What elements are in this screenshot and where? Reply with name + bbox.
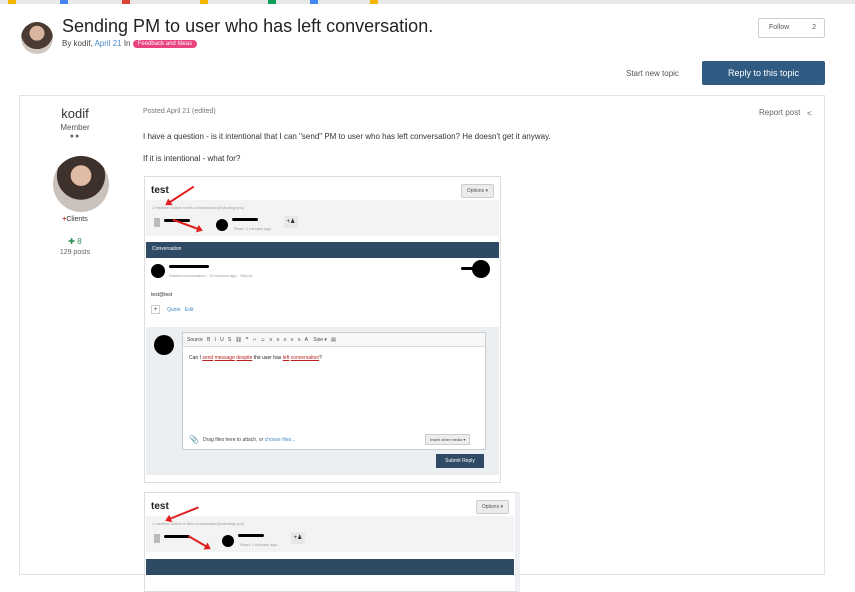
follow-button[interactable]: Follow 2 bbox=[758, 18, 825, 38]
editor-text-despite: despite bbox=[236, 355, 253, 361]
editor-text-b: the user has bbox=[252, 355, 283, 361]
reputation-badge: ✚ 8 bbox=[20, 237, 130, 246]
reply-avatar bbox=[154, 335, 174, 355]
participant-avatar bbox=[216, 219, 228, 231]
redaction-mark bbox=[164, 535, 190, 538]
redaction-mark bbox=[169, 265, 209, 268]
shot-edit: Edit bbox=[184, 307, 194, 313]
editor-text-message: message bbox=[214, 355, 235, 361]
author-avatar[interactable] bbox=[21, 22, 53, 54]
embedded-screenshot-1: test Options ▾ 1 member active in this c… bbox=[144, 176, 501, 483]
add-user-icon: +♟ bbox=[284, 216, 298, 228]
redaction-mark bbox=[461, 267, 475, 270]
editor-text-send: send bbox=[202, 355, 214, 361]
byline-date[interactable]: April 21 bbox=[94, 39, 121, 48]
shot-editor: Source B I U S ⛓ ❞ ‹› ☺ ≡ ≡ ≡ ≡ ≡ A Size… bbox=[182, 332, 486, 450]
topic-byline: By kodif, April 21 In Feedback and Ideas bbox=[62, 39, 198, 48]
paperclip-icon: 📎 bbox=[189, 435, 199, 444]
add-user-icon: +♟ bbox=[291, 532, 305, 544]
insert-media-button: Insert other media ▾ bbox=[425, 434, 471, 445]
shot-editor-area: Source B I U S ⛓ ❞ ‹› ☺ ≡ ≡ ≡ ≡ ≡ A Size… bbox=[146, 327, 499, 475]
group-name: Clients bbox=[66, 216, 88, 223]
plus-icon: + bbox=[151, 305, 160, 314]
editor-text-end: ? bbox=[319, 355, 322, 361]
submit-reply-button: Submit Reply bbox=[436, 454, 484, 468]
rank-pips: ●● bbox=[69, 133, 81, 140]
shot-drag-text: Drag files here to attach, or choose fil… bbox=[203, 437, 295, 443]
shot-read-text: Read: 2 minutes ago bbox=[234, 226, 271, 231]
author-photo[interactable] bbox=[53, 156, 109, 212]
editor-text-left: left bbox=[282, 355, 290, 361]
report-post-link[interactable]: Report post bbox=[759, 108, 800, 117]
topic-title: Sending PM to user who has left conversa… bbox=[62, 16, 434, 36]
author-rank: Member bbox=[60, 123, 90, 132]
shot-editor-text: Can I send message despite the user has … bbox=[189, 355, 322, 361]
shot2-participants-bar: 1 member active in this conversation (in… bbox=[146, 516, 514, 552]
follow-label: Follow bbox=[769, 24, 790, 31]
shot-started-line: Started conversation · 10 minutes ago · … bbox=[169, 273, 253, 278]
forum-badge[interactable]: Feedback and Ideas bbox=[132, 39, 198, 48]
size-select: Size bbox=[313, 337, 323, 343]
shot2-conversation-bar bbox=[146, 559, 514, 575]
shot-title: test bbox=[151, 185, 169, 196]
shot-editor-toolbar: Source B I U S ⛓ ❞ ‹› ☺ ≡ ≡ ≡ ≡ ≡ A Size… bbox=[183, 333, 485, 347]
author-post-count: 129 posts bbox=[59, 249, 91, 256]
reply-to-topic-button[interactable]: Reply to this topic bbox=[702, 61, 825, 85]
shot2-read-text: Read: 2 minutes ago bbox=[240, 542, 277, 547]
shot2-title: test bbox=[151, 501, 169, 512]
byline-in: In bbox=[123, 39, 131, 48]
author-name[interactable]: kodif bbox=[20, 106, 130, 121]
topic-header: Sending PM to user who has left conversa… bbox=[0, 4, 855, 94]
reputation-value: 8 bbox=[77, 237, 82, 246]
editor-text-conversation: conversation bbox=[290, 355, 320, 361]
post: kodif Member ●● +Clients ✚ 8 129 posts P… bbox=[19, 95, 825, 592]
post-date: Posted April 21 (edited) bbox=[143, 108, 216, 115]
source-button: Source bbox=[187, 337, 203, 343]
drag-text: Drag files here to attach, or bbox=[203, 437, 265, 443]
shot-quote: Quote bbox=[167, 307, 181, 313]
editor-text-a: Can I bbox=[189, 355, 203, 361]
post-paragraph-2: If it is intentional - what for? bbox=[143, 154, 241, 163]
redaction-mark bbox=[232, 218, 258, 221]
shot-conversation-bar: Conversation bbox=[146, 242, 499, 258]
byline-prefix[interactable]: By kodif, bbox=[62, 39, 93, 48]
redaction-mark bbox=[238, 534, 264, 537]
document-icon bbox=[154, 218, 160, 227]
shot-options-button: Options ▾ bbox=[460, 184, 494, 198]
shot2-options-button: Options ▾ bbox=[475, 500, 509, 514]
embedded-screenshot-2: test Options ▾ 1 member active in this c… bbox=[144, 492, 520, 592]
shot-message: test@test bbox=[151, 292, 173, 298]
plus-circle-icon: ✚ bbox=[68, 237, 78, 246]
participant-avatar bbox=[222, 535, 234, 547]
choose-files-link: choose files... bbox=[264, 437, 296, 443]
follow-count: 2 bbox=[812, 24, 816, 31]
message-avatar bbox=[151, 264, 165, 278]
post-paragraph-1: I have a question - is it intentional th… bbox=[143, 132, 551, 141]
document-icon bbox=[154, 534, 160, 543]
start-new-topic-link[interactable]: Start new topic bbox=[626, 69, 679, 78]
shot-quote-edit: Quote Edit bbox=[167, 307, 193, 313]
author-group: +Clients bbox=[20, 216, 130, 223]
share-icon[interactable]: < bbox=[807, 109, 812, 118]
